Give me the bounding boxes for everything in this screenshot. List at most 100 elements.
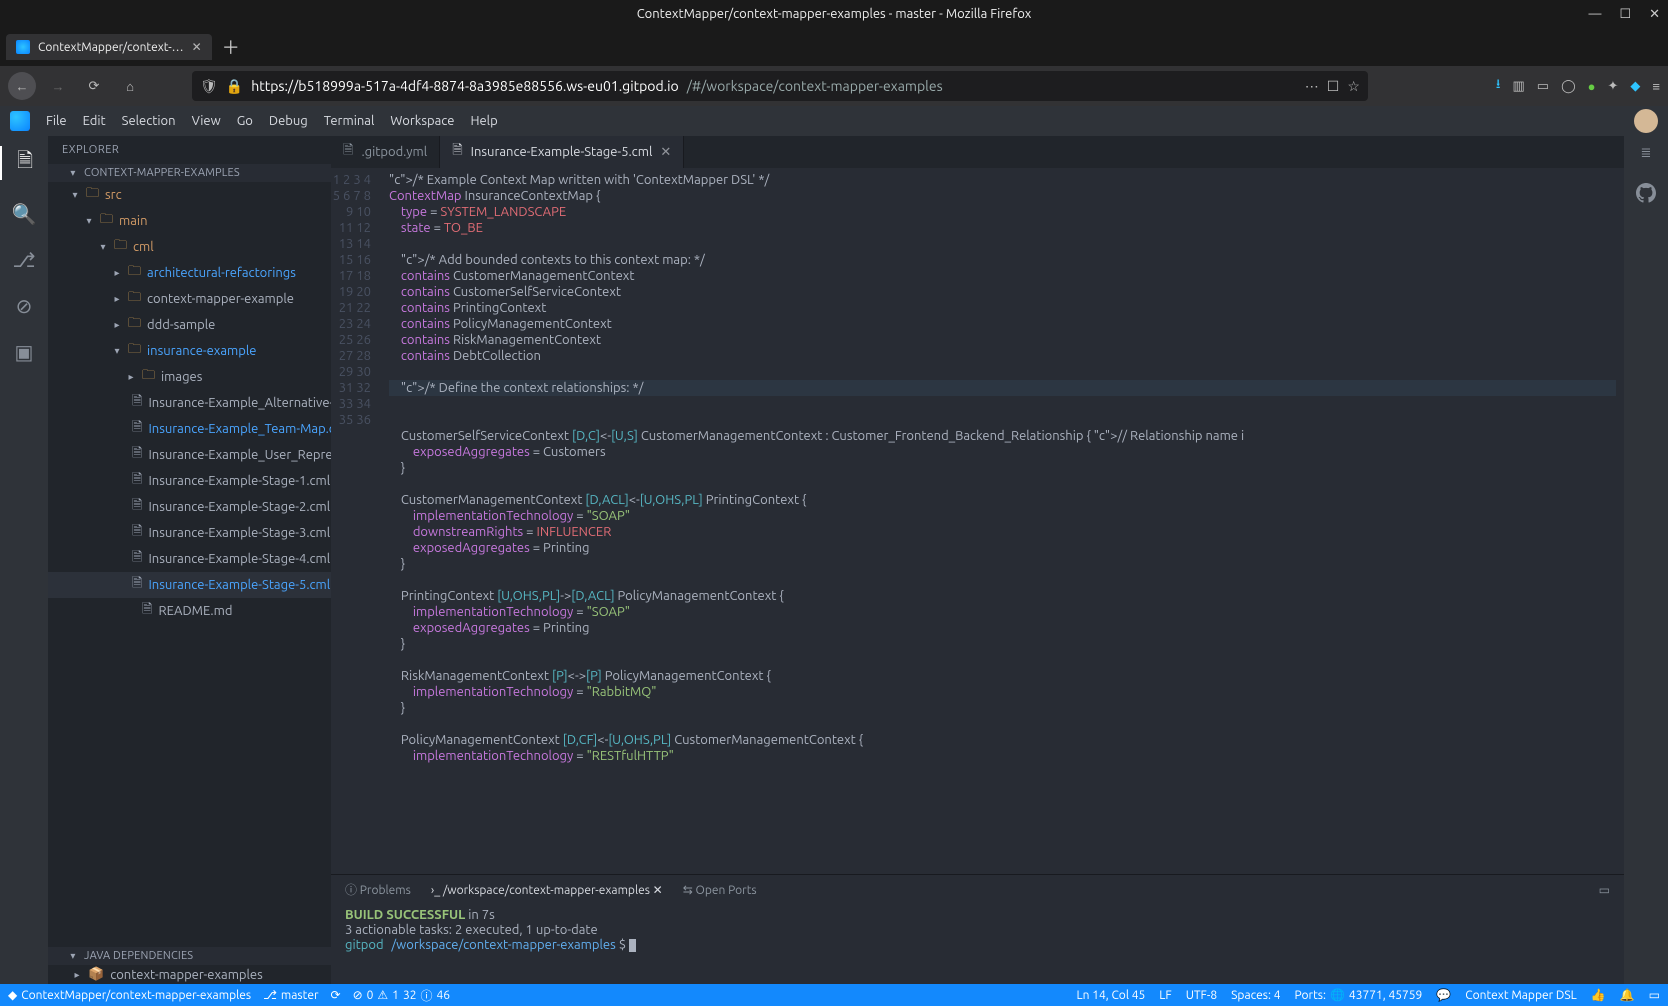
ext-icon[interactable]: ◆ bbox=[1630, 79, 1640, 94]
downloads-icon[interactable]: ⭳ bbox=[1496, 75, 1501, 97]
shield-icon[interactable]: 🛡 bbox=[200, 78, 218, 95]
chevron-icon: ▾ bbox=[70, 189, 80, 201]
tree-folder[interactable]: ▸🗀images bbox=[48, 364, 331, 390]
code-content[interactable]: "c">/* Example Context Map written with … bbox=[389, 168, 1616, 874]
terminal-output[interactable]: BUILD SUCCESSFUL in 7s 3 actionable task… bbox=[331, 904, 1624, 984]
tree-file[interactable]: 🗎README.md bbox=[48, 598, 331, 624]
status-language[interactable]: Context Mapper DSL bbox=[1465, 989, 1576, 1002]
menu-view[interactable]: View bbox=[192, 114, 221, 128]
status-encoding[interactable]: UTF-8 bbox=[1186, 989, 1217, 1002]
library-icon[interactable]: ▥ bbox=[1512, 79, 1524, 94]
status-branch[interactable]: ⎇ master bbox=[263, 988, 318, 1002]
tree-file[interactable]: 🗎Insurance-Example-Stage-2.cml bbox=[48, 494, 331, 520]
panel-tab-terminal[interactable]: ›_ /workspace/context-mapper-examples ✕ bbox=[431, 883, 663, 897]
url-bar[interactable]: 🛡 🔒 https://b518999a-517a-4df4-8874-8a39… bbox=[192, 71, 1368, 101]
window-close-icon[interactable]: ✕ bbox=[1649, 7, 1660, 22]
page-actions-icon[interactable]: ⋯ bbox=[1305, 78, 1319, 95]
line-gutter: 1 2 3 4 5 6 7 8 9 10 11 12 13 14 15 16 1… bbox=[331, 168, 389, 874]
nav-forward-button[interactable]: → bbox=[44, 72, 72, 100]
outline-icon[interactable]: ≣ bbox=[1641, 146, 1652, 161]
bookmark-icon[interactable]: ☆ bbox=[1347, 78, 1360, 95]
file-icon: 🗎 bbox=[132, 444, 142, 466]
menu-terminal[interactable]: Terminal bbox=[324, 114, 375, 128]
menu-edit[interactable]: Edit bbox=[83, 114, 106, 128]
workspace-section-header[interactable]: ▾ CONTEXT-MAPPER-EXAMPLES bbox=[48, 164, 331, 182]
status-sync[interactable]: ⟳ bbox=[331, 988, 341, 1002]
editor-tab[interactable]: 🗎Insurance-Example-Stage-5.cml✕ bbox=[440, 136, 684, 168]
tree-folder[interactable]: ▸🗀context-mapper-example bbox=[48, 286, 331, 312]
minimap[interactable] bbox=[1616, 168, 1624, 874]
browser-tab[interactable]: ContextMapper/context-… ✕ bbox=[6, 34, 212, 60]
tree-file[interactable]: 🗎Insurance-Example-Stage-4.cml bbox=[48, 546, 331, 572]
ext-icon[interactable]: ✦ bbox=[1608, 79, 1619, 94]
github-icon[interactable] bbox=[1636, 183, 1656, 203]
ext-icon[interactable]: ● bbox=[1588, 79, 1596, 94]
gitpod-logo-icon[interactable] bbox=[10, 111, 30, 131]
status-thumbs-icon[interactable]: 👍 bbox=[1591, 988, 1606, 1002]
tree-item-label: Insurance-Example-Stage-4.cml bbox=[148, 552, 330, 566]
menu-help[interactable]: Help bbox=[470, 114, 497, 128]
panel-tab-problems[interactable]: ⓘ Problems bbox=[345, 881, 411, 898]
tree-file[interactable]: 🗎Insurance-Example_User_Representations.… bbox=[48, 442, 331, 468]
activity-extensions[interactable]: ▣ bbox=[15, 340, 34, 364]
activity-debug[interactable]: ⊘ bbox=[16, 294, 33, 318]
tree-folder[interactable]: ▾🗀cml bbox=[48, 234, 331, 260]
activity-search[interactable]: 🔍 bbox=[12, 202, 37, 226]
tree-file[interactable]: 🗎Insurance-Example_Alternative-Relations… bbox=[48, 390, 331, 416]
window-minimize-icon[interactable]: — bbox=[1588, 7, 1601, 22]
java-deps-header[interactable]: ▾ JAVA DEPENDENCIES bbox=[48, 947, 331, 965]
status-bell-icon[interactable]: 🔔 bbox=[1620, 988, 1635, 1002]
tree-file[interactable]: 🗎Insurance-Example-Stage-3.cml bbox=[48, 520, 331, 546]
new-tab-button[interactable]: ＋ bbox=[222, 34, 240, 60]
menu-workspace[interactable]: Workspace bbox=[390, 114, 454, 128]
reader-icon[interactable]: ☐ bbox=[1327, 78, 1340, 95]
tree-file[interactable]: 🗎Insurance-Example-Stage-5.cml bbox=[48, 572, 331, 598]
activity-explorer[interactable]: 🗎 bbox=[0, 146, 48, 180]
code-area[interactable]: 1 2 3 4 5 6 7 8 9 10 11 12 13 14 15 16 1… bbox=[331, 168, 1624, 874]
status-diagnostics[interactable]: ⊘ 0 ⚠ 1 32 ⓘ 46 bbox=[353, 987, 451, 1004]
folder-icon: 🗀 bbox=[128, 262, 141, 284]
status-feedback[interactable]: 💬 bbox=[1436, 988, 1451, 1002]
menu-go[interactable]: Go bbox=[237, 114, 253, 128]
account-icon[interactable]: ◯ bbox=[1561, 79, 1576, 94]
tree-folder[interactable]: ▾🗀main bbox=[48, 208, 331, 234]
tree-file[interactable]: 🗎Insurance-Example_Team-Map.cml bbox=[48, 416, 331, 442]
status-layout-icon[interactable]: ▭ bbox=[1649, 988, 1660, 1002]
status-indent[interactable]: Spaces: 4 bbox=[1231, 989, 1280, 1002]
nav-reload-button[interactable]: ⟳ bbox=[80, 72, 108, 100]
nav-home-button[interactable]: ⌂ bbox=[116, 72, 144, 100]
activity-scm[interactable]: ⎇ bbox=[12, 248, 35, 272]
file-tree[interactable]: ▾🗀src▾🗀main▾🗀cml▸🗀architectural-refactor… bbox=[48, 182, 331, 947]
close-icon[interactable]: ✕ bbox=[192, 40, 202, 54]
tree-folder[interactable]: ▾🗀insurance-example bbox=[48, 338, 331, 364]
lock-icon[interactable]: 🔒 bbox=[226, 78, 243, 95]
nav-back-button[interactable]: ← bbox=[8, 72, 36, 100]
panel-layout-icon[interactable]: ▭ bbox=[1599, 883, 1610, 897]
window-titlebar: ContextMapper/context-mapper-examples - … bbox=[0, 0, 1668, 28]
tree-folder[interactable]: ▾🗀src bbox=[48, 182, 331, 208]
status-ports[interactable]: Ports: 🌐 43771, 45759 bbox=[1294, 988, 1422, 1002]
tree-file[interactable]: 🗎Insurance-Example-Stage-1.cml bbox=[48, 468, 331, 494]
menu-selection[interactable]: Selection bbox=[122, 114, 176, 128]
tree-folder[interactable]: ▸🗀ddd-sample bbox=[48, 312, 331, 338]
status-repo[interactable]: ◆ ContextMapper/context-mapper-examples bbox=[8, 988, 251, 1002]
status-cursor[interactable]: Ln 14, Col 45 bbox=[1077, 989, 1146, 1002]
close-icon[interactable]: ✕ bbox=[653, 884, 663, 897]
tree-item-label: Insurance-Example_Team-Map.cml bbox=[148, 422, 331, 436]
bottom-panel: ⓘ Problems ›_ /workspace/context-mapper-… bbox=[331, 874, 1624, 984]
user-avatar[interactable] bbox=[1634, 109, 1658, 133]
chevron-icon: ▸ bbox=[112, 267, 122, 279]
java-deps-item[interactable]: ▸ 📦 context-mapper-examples bbox=[48, 965, 331, 984]
menu-debug[interactable]: Debug bbox=[269, 114, 308, 128]
editor-tab-label: .gitpod.yml bbox=[361, 145, 427, 159]
sidebar-icon[interactable]: ▭ bbox=[1537, 79, 1549, 94]
editor-tab[interactable]: 🗎.gitpod.yml bbox=[331, 136, 440, 168]
status-eol[interactable]: LF bbox=[1159, 989, 1171, 1002]
panel-tab-openports[interactable]: ⇆ Open Ports bbox=[683, 883, 757, 897]
window-maximize-icon[interactable]: ☐ bbox=[1619, 7, 1631, 22]
tree-folder[interactable]: ▸🗀architectural-refactorings bbox=[48, 260, 331, 286]
menu-file[interactable]: File bbox=[46, 114, 67, 128]
close-icon[interactable]: ✕ bbox=[660, 145, 671, 160]
chevron-down-icon: ▾ bbox=[68, 167, 78, 179]
firefox-menu-icon[interactable]: ≡ bbox=[1652, 79, 1660, 94]
